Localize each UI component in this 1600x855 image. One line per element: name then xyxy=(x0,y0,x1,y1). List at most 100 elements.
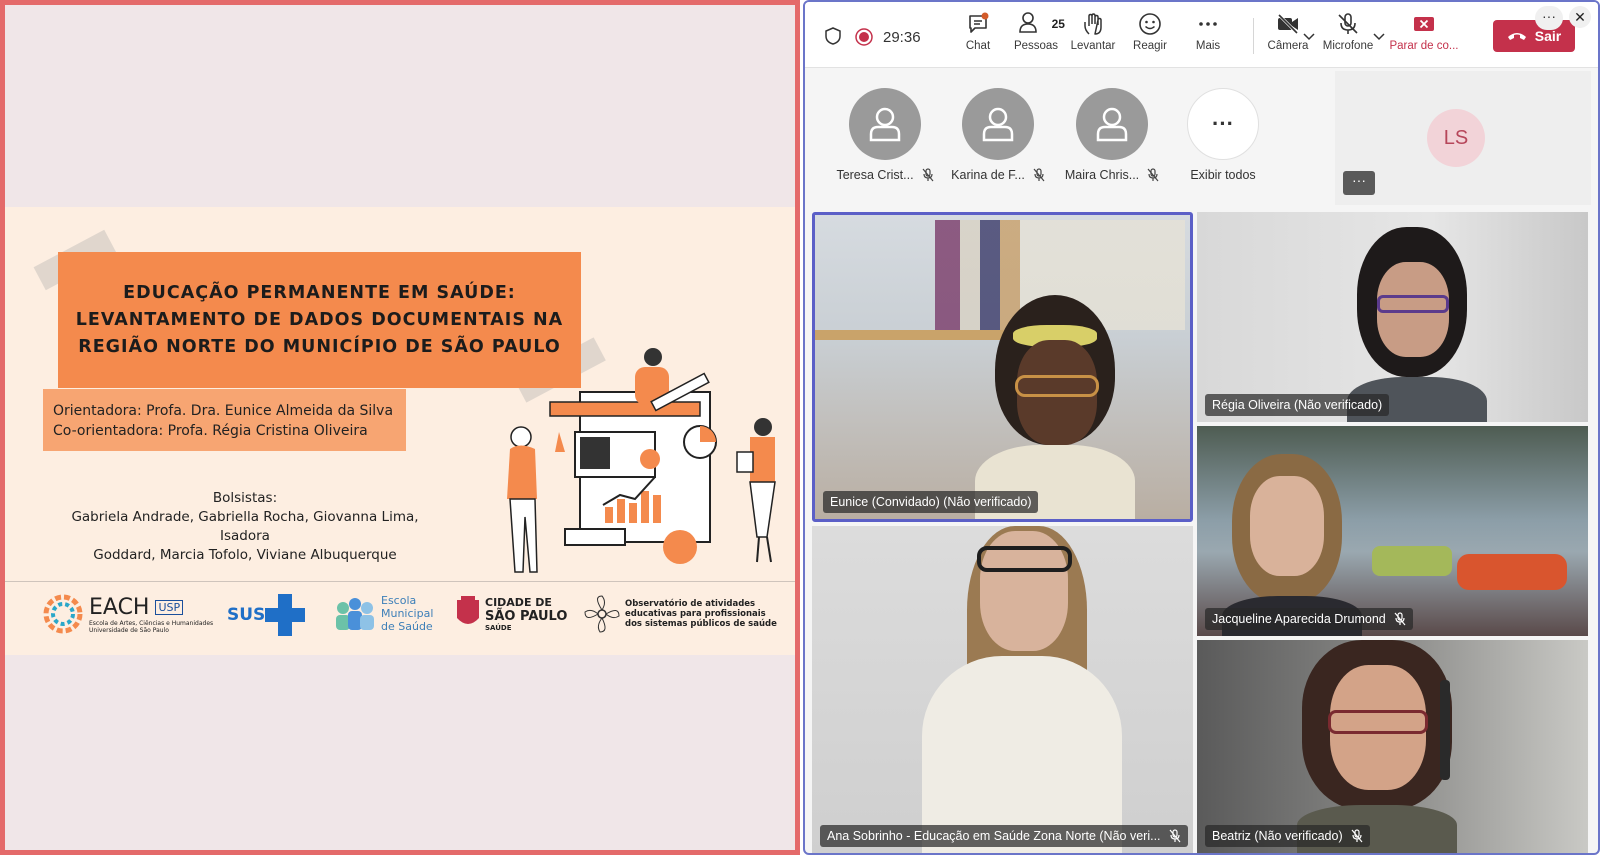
each-subtitle: Universidade de São Paulo xyxy=(89,626,169,634)
participant-name-tag: Eunice (Convidado) (Não verificado) xyxy=(823,491,1039,513)
self-avatar: LS xyxy=(1427,109,1485,167)
sus-name: SUS xyxy=(227,605,266,625)
participant-name-tag: Jacqueline Aparecida Drumond xyxy=(1205,608,1413,630)
recording-icon xyxy=(855,28,873,46)
chat-button[interactable]: Chat xyxy=(949,12,1007,52)
mic-off-icon xyxy=(1033,168,1045,182)
video-tile-jacqueline[interactable]: Jacqueline Aparecida Drumond xyxy=(1197,426,1588,636)
more-button[interactable]: Mais xyxy=(1179,12,1237,52)
chat-label: Chat xyxy=(965,40,991,52)
coat-of-arms-icon xyxy=(457,596,479,624)
each-subtitle: Escola de Artes, Ciências e Humanidades xyxy=(89,619,214,627)
advisors-box: Orientadora: Profa. Dra. Eunice Almeida … xyxy=(43,389,406,451)
more-label: Mais xyxy=(1195,40,1221,52)
meeting-timer: 29:36 xyxy=(883,29,921,46)
partner-logos: EACH USP Escola de Artes, Ciências e Hum… xyxy=(5,581,795,655)
chat-icon xyxy=(969,12,989,33)
mic-off-icon xyxy=(1394,612,1406,626)
mic-off-icon xyxy=(922,168,934,182)
each-logo: EACH USP Escola de Artes, Ciências e Hum… xyxy=(41,592,213,636)
slide-title-line: LEVANTAMENTO DE DADOS DOCUMENTAIS NA xyxy=(75,309,564,330)
pinwheel-icon xyxy=(584,595,620,633)
attendee-name: Teresa Crist... xyxy=(836,168,914,182)
participant-name: Jacqueline Aparecida Drumond xyxy=(1212,612,1386,626)
observatorio-line: Observatório de atividades xyxy=(625,599,756,609)
camera-off-icon xyxy=(1277,13,1299,35)
attendee-name: Maira Chris... xyxy=(1064,168,1140,182)
window-more-button[interactable]: ··· xyxy=(1535,6,1563,30)
escola-municipal-logo: Escola Municipal de Saúde xyxy=(333,594,433,633)
avatar xyxy=(849,88,921,160)
video-tile-regia[interactable]: Régia Oliveira (Não verificado) xyxy=(1197,212,1588,422)
participant-name: Beatriz (Não verificado) xyxy=(1212,829,1343,843)
sus-logo: SUS xyxy=(227,594,306,636)
hand-icon xyxy=(1084,13,1102,35)
observatorio-logo: Observatório de atividades educativas pa… xyxy=(583,594,777,634)
self-view-more-button[interactable]: ··· xyxy=(1343,171,1375,195)
mic-off-icon xyxy=(1147,168,1159,182)
people-count: 25 xyxy=(1051,17,1065,31)
usp-mark: USP xyxy=(155,599,184,615)
participant-name-tag: Régia Oliveira (Não verificado) xyxy=(1205,394,1390,416)
escola-line: Escola xyxy=(381,594,417,607)
self-view-tile[interactable]: LS ··· xyxy=(1335,71,1591,205)
video-tile-ana[interactable]: Ana Sobrinho - Educação em Saúde Zona No… xyxy=(812,526,1193,853)
video-tile-beatriz[interactable]: Beatriz (Não verificado) xyxy=(1197,640,1588,853)
cidade-line: SÃO PAULO xyxy=(485,609,568,624)
avatar xyxy=(1076,88,1148,160)
shared-screen: EDUCAÇÃO PERMANENTE EM SAÚDE: LEVANTAMEN… xyxy=(0,0,800,855)
mic-label: Microfone xyxy=(1322,40,1374,52)
person-icon xyxy=(869,107,901,142)
person-icon xyxy=(1096,107,1128,142)
team-illustration xyxy=(507,348,776,573)
participant-name-tag: Ana Sobrinho - Educação em Saúde Zona No… xyxy=(820,825,1188,847)
attendee-name: Karina de F... xyxy=(951,168,1025,182)
leave-button[interactable]: Sair xyxy=(1493,20,1575,52)
cidade-line: CIDADE DE xyxy=(485,596,552,609)
smiley-icon xyxy=(1139,13,1161,35)
cidade-line: SAÚDE xyxy=(485,624,512,632)
show-all-label: Exibir todos xyxy=(1190,168,1256,182)
each-mark-icon xyxy=(43,594,83,634)
participant-eunice xyxy=(975,295,1135,519)
sofa-decoration xyxy=(1457,554,1567,590)
stop-share-icon xyxy=(1414,17,1434,31)
camera-label: Câmera xyxy=(1267,40,1309,52)
participant-name: Eunice (Convidado) (Não verificado) xyxy=(830,495,1032,509)
react-button[interactable]: Reagir xyxy=(1121,12,1179,52)
cidade-sp-logo: CIDADE DE SÃO PAULO SAÚDE xyxy=(455,596,567,632)
people-button[interactable]: 25 Pessoas xyxy=(1007,12,1065,52)
fellows-text: Bolsistas: Gabriela Andrade, Gabriella R… xyxy=(45,489,445,565)
person-icon xyxy=(982,107,1014,142)
cross-icon xyxy=(265,594,306,636)
mic-off-icon xyxy=(1351,829,1363,843)
window-close-button[interactable]: ✕ xyxy=(1569,6,1591,28)
participant-beatriz xyxy=(1292,640,1462,853)
attendee-karina[interactable]: Karina de F... xyxy=(944,88,1052,182)
participant-name: Ana Sobrinho - Educação em Saúde Zona No… xyxy=(827,829,1161,843)
video-tile-eunice[interactable]: Eunice (Convidado) (Não verificado) xyxy=(812,212,1193,522)
more-icon: ··· xyxy=(1187,88,1259,160)
attendee-teresa[interactable]: Teresa Crist... xyxy=(831,88,939,182)
fellows-line: Goddard, Marcia Tofolo, Viviane Albuquer… xyxy=(93,547,397,563)
participant-name-tag: Beatriz (Não verificado) xyxy=(1205,825,1370,847)
more-icon xyxy=(1199,22,1217,26)
fellows-line: Gabriela Andrade, Gabriella Rocha, Giova… xyxy=(71,509,419,544)
mic-button[interactable]: Microfone xyxy=(1312,12,1384,52)
raise-hand-label: Levantar xyxy=(1070,40,1116,52)
show-all-button[interactable]: ··· Exibir todos xyxy=(1169,88,1277,182)
coadvisor-text: Co-orientadora: Profa. Régia Cristina Ol… xyxy=(53,423,368,439)
slide-title-line: EDUCAÇÃO PERMANENTE EM SAÚDE: xyxy=(123,282,516,303)
stop-share-label: Parar de co... xyxy=(1389,40,1459,52)
observatorio-line: dos sistemas públicos de saúde xyxy=(625,619,777,629)
advisor-text: Orientadora: Profa. Dra. Eunice Almeida … xyxy=(53,403,394,419)
attendee-maira[interactable]: Maira Chris... xyxy=(1058,88,1166,182)
participant-ana xyxy=(922,526,1122,853)
presentation-slide: EDUCAÇÃO PERMANENTE EM SAÚDE: LEVANTAMEN… xyxy=(5,207,795,655)
stop-sharing-button[interactable]: Parar de co... xyxy=(1383,12,1465,52)
participant-regia xyxy=(1347,227,1487,422)
observatorio-line: educativas para profissionais xyxy=(625,609,766,619)
shield-icon[interactable] xyxy=(825,27,841,45)
people-icon xyxy=(1019,12,1037,33)
raise-hand-button[interactable]: Levantar xyxy=(1064,12,1122,52)
